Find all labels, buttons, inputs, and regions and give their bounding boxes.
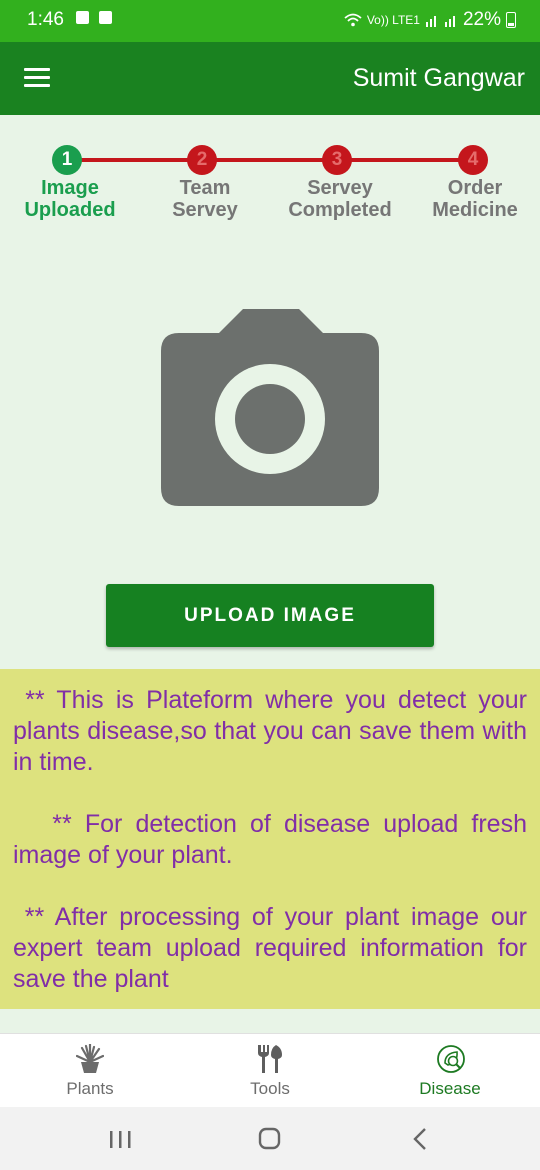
signal-icon (425, 16, 436, 27)
check-box-icon (99, 11, 112, 24)
signal-icon-2 (444, 16, 455, 27)
step-3-label-line1: Servey (307, 177, 373, 199)
battery-percent: 22% (462, 9, 501, 30)
system-navigation-bar (0, 1107, 540, 1170)
step-4-label: Order Medicine (405, 177, 540, 221)
back-icon[interactable] (400, 1125, 440, 1153)
step-2-label: Team Servey (135, 177, 275, 221)
info-box: ** This is Plateform where you detect yo… (0, 669, 540, 1009)
step-1-label-line2: Uploaded (24, 199, 116, 221)
info-paragraph-3: ** After processing of your plant image … (13, 903, 534, 993)
info-paragraph-2: ** For detection of disease upload fresh… (13, 810, 534, 869)
step-2-label-line1: Team (179, 177, 231, 199)
home-icon[interactable] (250, 1125, 290, 1153)
nav-label-disease: Disease (419, 1079, 481, 1098)
camera-icon[interactable] (161, 309, 379, 506)
step-3-label: Servey Completed (270, 177, 410, 221)
hamburger-menu-icon[interactable] (24, 68, 50, 90)
status-bar: 1:46 Vo)) LTE1 22% (0, 0, 540, 42)
page-title: Sumit Gangwar (352, 64, 525, 92)
bottom-navigation: Plants Tools Disease (0, 1033, 540, 1108)
step-4-label-line2: Medicine (432, 199, 518, 221)
step-2-label-line2: Servey (172, 199, 238, 221)
app-bar: Sumit Gangwar (0, 42, 540, 115)
stepper-line (67, 158, 473, 162)
step-3-label-line2: Completed (288, 199, 392, 221)
progress-stepper: 1 Image Uploaded 2 Team Servey 3 Servey … (0, 115, 540, 235)
shopping-bag-icon (76, 11, 89, 24)
step-1-label: Image Uploaded (0, 177, 140, 221)
step-1-circle: 1 (52, 145, 82, 175)
tools-icon (258, 1045, 282, 1073)
wifi-icon (344, 13, 362, 27)
step-2-circle: 2 (187, 145, 217, 175)
status-time: 1:46 (27, 9, 64, 30)
upload-image-button[interactable]: UPLOAD IMAGE (106, 584, 434, 647)
plant-icon (76, 1044, 104, 1073)
notification-icons (76, 11, 112, 24)
info-paragraph-1: ** This is Plateform where you detect yo… (13, 686, 534, 776)
nav-label-plants: Plants (66, 1079, 114, 1098)
battery-icon (506, 12, 516, 28)
status-right: Vo)) LTE1 22% (344, 9, 516, 31)
step-4-label-line1: Order (447, 177, 503, 199)
recent-apps-icon[interactable] (100, 1125, 140, 1153)
step-4-circle: 4 (458, 145, 488, 175)
step-3-circle: 3 (322, 145, 352, 175)
disease-icon (437, 1045, 465, 1073)
nav-item-plants[interactable]: Plants (20, 1034, 160, 1108)
nav-label-tools: Tools (250, 1079, 290, 1098)
nav-item-disease[interactable]: Disease (380, 1034, 520, 1108)
network-label: Vo)) LTE1 (366, 13, 420, 27)
nav-item-tools[interactable]: Tools (200, 1034, 340, 1108)
step-1-label-line1: Image (41, 177, 99, 199)
